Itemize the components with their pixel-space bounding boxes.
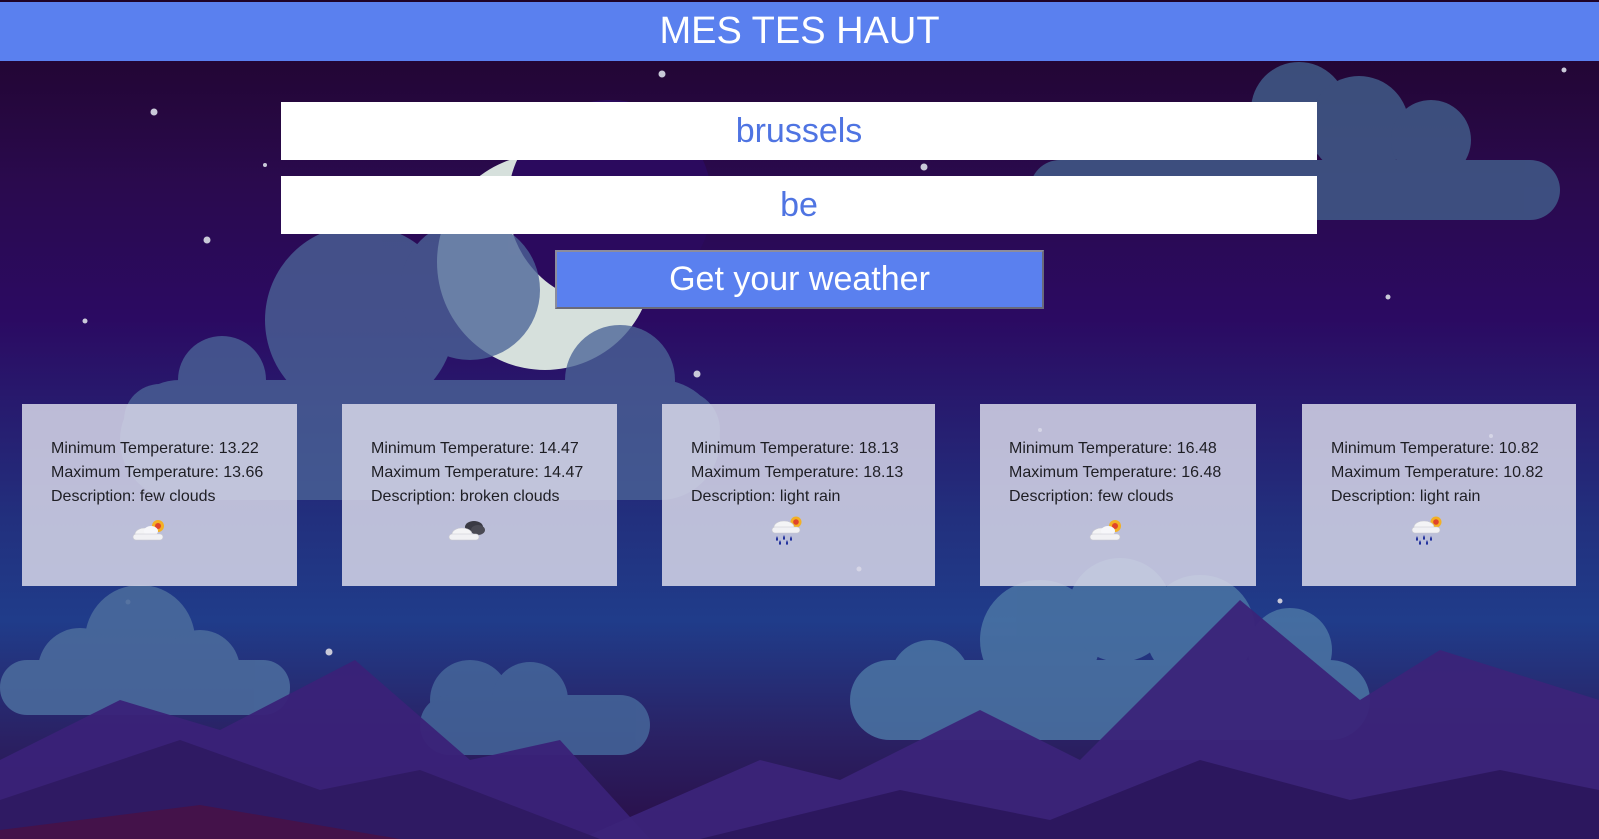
forecast-card: Minimum Temperature: 18.13 Maximum Tempe… bbox=[662, 404, 935, 586]
min-temperature: Minimum Temperature: 13.22 bbox=[51, 440, 259, 457]
cloud-bottom-middle bbox=[420, 660, 650, 755]
weather-description: Description: few clouds bbox=[1009, 488, 1174, 505]
weather-page: MES TES HAUT Get your weather Minimum Te… bbox=[0, 0, 1599, 839]
max-temperature: Maximum Temperature: 16.48 bbox=[1009, 464, 1222, 481]
few-clouds-icon bbox=[127, 514, 169, 546]
max-temperature: Maximum Temperature: 13.66 bbox=[51, 464, 264, 481]
cloud-bottom-left bbox=[0, 585, 290, 715]
forecast-card: Minimum Temperature: 10.82 Maximum Tempe… bbox=[1302, 404, 1576, 586]
get-weather-button[interactable]: Get your weather bbox=[555, 250, 1044, 309]
app-title: MES TES HAUT bbox=[659, 10, 940, 52]
weather-description: Description: light rain bbox=[691, 488, 841, 505]
forecast-card: Minimum Temperature: 14.47 Maximum Tempe… bbox=[342, 404, 617, 586]
broken-clouds-icon bbox=[445, 514, 487, 546]
max-temperature: Maximum Temperature: 10.82 bbox=[1331, 464, 1544, 481]
light-rain-icon bbox=[765, 514, 807, 546]
country-input[interactable] bbox=[281, 176, 1317, 234]
few-clouds-icon bbox=[1084, 514, 1126, 546]
min-temperature: Minimum Temperature: 10.82 bbox=[1331, 440, 1539, 457]
min-temperature: Minimum Temperature: 16.48 bbox=[1009, 440, 1217, 457]
min-temperature: Minimum Temperature: 14.47 bbox=[371, 440, 579, 457]
min-temperature: Minimum Temperature: 18.13 bbox=[691, 440, 899, 457]
app-header: MES TES HAUT bbox=[0, 2, 1599, 61]
forecast-card: Minimum Temperature: 16.48 Maximum Tempe… bbox=[980, 404, 1256, 586]
mountains bbox=[0, 600, 1599, 839]
city-input[interactable] bbox=[281, 102, 1317, 160]
weather-description: Description: few clouds bbox=[51, 488, 216, 505]
weather-description: Description: light rain bbox=[1331, 488, 1481, 505]
weather-description: Description: broken clouds bbox=[371, 488, 560, 505]
max-temperature: Maximum Temperature: 14.47 bbox=[371, 464, 584, 481]
max-temperature: Maximum Temperature: 18.13 bbox=[691, 464, 904, 481]
light-rain-icon bbox=[1405, 514, 1447, 546]
forecast-card: Minimum Temperature: 13.22 Maximum Tempe… bbox=[22, 404, 297, 586]
